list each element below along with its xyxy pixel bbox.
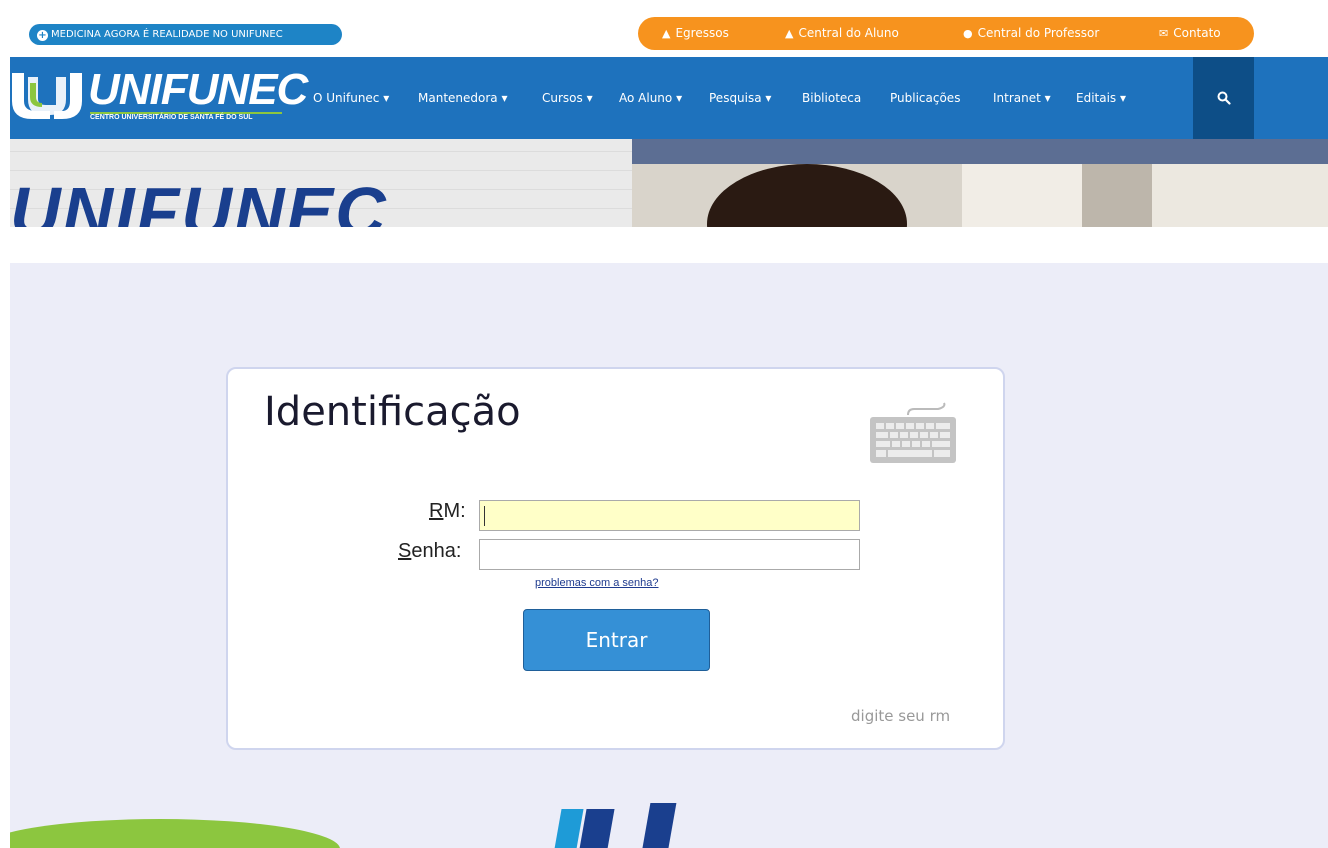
entrar-button[interactable]: Entrar bbox=[523, 609, 710, 671]
graduation-cap-icon: ▲ bbox=[785, 27, 794, 40]
egressos-label: Egressos bbox=[675, 26, 729, 40]
nav-item-cursos[interactable]: Cursos ▾ bbox=[542, 91, 593, 105]
rm-label: RM: bbox=[429, 500, 466, 523]
password-label-rest: enha: bbox=[411, 540, 462, 562]
central-do-aluno-label: Central do Aluno bbox=[798, 26, 899, 40]
nav-item-pesquisa[interactable]: Pesquisa ▾ bbox=[709, 91, 771, 105]
footer-logo-bar bbox=[579, 809, 615, 848]
rm-input[interactable] bbox=[479, 500, 860, 531]
login-card: Identificação RM: Senha: problemas com a… bbox=[226, 367, 1005, 750]
hero-banner[interactable]: UNIFUNEC bbox=[10, 139, 1328, 227]
search-icon bbox=[1217, 91, 1231, 105]
egressos-link[interactable]: ▲ Egressos bbox=[662, 17, 729, 50]
footer-green-swoosh bbox=[10, 819, 340, 848]
central-do-professor-link[interactable]: ● Central do Professor bbox=[963, 17, 1099, 50]
medicina-promo-link[interactable]: + MEDICINA AGORA É REALIDADE NO UNIFUNEC bbox=[29, 24, 342, 45]
graduation-cap-icon: ▲ bbox=[662, 27, 671, 40]
rm-label-accesskey: R bbox=[429, 500, 444, 522]
central-do-aluno-link[interactable]: ▲ Central do Aluno bbox=[785, 17, 899, 50]
user-icon: ● bbox=[963, 27, 973, 40]
banner-photo bbox=[632, 139, 1328, 227]
logo-subtitle: CENTRO UNIVERSITÁRIO DE SANTA FÉ DO SUL bbox=[90, 114, 253, 121]
plus-circle-icon: + bbox=[37, 30, 48, 41]
banner-brick-wall: UNIFUNEC bbox=[10, 139, 632, 227]
password-label-accesskey: S bbox=[398, 540, 412, 562]
banner-photo-window-right bbox=[1152, 164, 1328, 227]
text-caret bbox=[484, 506, 485, 526]
banner-photo-window bbox=[962, 164, 1082, 227]
banner-word: UNIFUNEC bbox=[10, 173, 388, 227]
nav-item-mantenedora[interactable]: Mantenedora ▾ bbox=[418, 91, 507, 105]
contato-link[interactable]: ✉ Contato bbox=[1159, 17, 1221, 50]
password-label: Senha: bbox=[398, 540, 461, 563]
login-background: Identificação RM: Senha: problemas com a… bbox=[10, 263, 1328, 848]
search-button[interactable] bbox=[1193, 57, 1254, 139]
virtual-keyboard-icon[interactable] bbox=[868, 399, 958, 465]
promo-label: MEDICINA AGORA É REALIDADE NO UNIFUNEC bbox=[51, 29, 283, 40]
unifunec-logo-mark-icon bbox=[12, 73, 82, 119]
quick-links-bar: ▲ Egressos ▲ Central do Aluno ● Central do … bbox=[638, 17, 1254, 50]
nav-item-editais[interactable]: Editais ▾ bbox=[1076, 91, 1126, 105]
nav-item-publicacoes[interactable]: Publicações bbox=[890, 91, 960, 105]
nav-item-intranet[interactable]: Intranet ▾ bbox=[993, 91, 1051, 105]
nav-item-ao-aluno[interactable]: Ao Aluno ▾ bbox=[619, 91, 682, 105]
banner-photo-person bbox=[707, 164, 907, 227]
login-hint: digite seu rm bbox=[851, 707, 951, 725]
top-bar: + MEDICINA AGORA É REALIDADE NO UNIFUNEC … bbox=[0, 0, 1328, 57]
main-navbar: UNIFUNEC CENTRO UNIVERSITÁRIO DE SANTA F… bbox=[10, 57, 1328, 139]
rm-label-rest: M: bbox=[443, 500, 466, 522]
nav-item-biblioteca[interactable]: Biblioteca bbox=[802, 91, 861, 105]
central-do-professor-label: Central do Professor bbox=[977, 26, 1100, 40]
password-input[interactable] bbox=[479, 539, 860, 570]
banner-photo-column bbox=[1082, 164, 1152, 227]
nav-item-o-unifunec[interactable]: O Unifunec ▾ bbox=[313, 91, 389, 105]
banner-photo-strip bbox=[632, 139, 1328, 164]
footer-logo-bar bbox=[554, 809, 584, 848]
login-title: Identificação bbox=[264, 389, 521, 435]
envelope-icon: ✉ bbox=[1159, 27, 1169, 40]
password-problems-link[interactable]: problemas com a senha? bbox=[535, 577, 659, 589]
unifunec-logo[interactable]: UNIFUNEC CENTRO UNIVERSITÁRIO DE SANTA F… bbox=[10, 65, 308, 131]
footer-logo-bar bbox=[641, 803, 677, 848]
contato-label: Contato bbox=[1173, 26, 1221, 40]
logo-text: UNIFUNEC bbox=[88, 65, 308, 114]
